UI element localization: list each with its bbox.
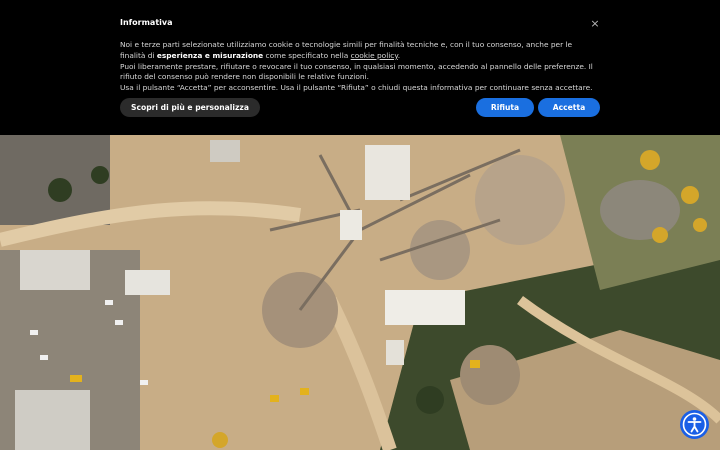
banner-description: Noi e terze parti selezionate utilizziam… (120, 40, 595, 94)
consent-paragraph-1: Noi e terze parti selezionate utilizziam… (120, 40, 595, 62)
cookie-policy-link[interactable]: cookie policy (351, 51, 398, 60)
consent-paragraph-3: Usa il pulsante “Accetta” per acconsenti… (120, 83, 593, 93)
consent-paragraph-2: Puoi liberamente prestare, rifiutare o r… (120, 61, 593, 82)
consent-text: . (397, 50, 401, 60)
consent-text: come specificato nella (263, 50, 351, 60)
banner-title: Informativa (120, 18, 173, 27)
reject-button[interactable]: Rifiuta (476, 98, 534, 117)
close-icon[interactable]: × (588, 17, 602, 31)
accessibility-icon (682, 412, 707, 437)
cookie-consent-banner: Informativa × Noi e terze parti selezion… (0, 0, 720, 135)
accessibility-button[interactable] (680, 410, 709, 439)
consent-bold-text: esperienza e misurazione (156, 50, 264, 60)
learn-more-customize-button[interactable]: Scopri di più e personalizza (120, 98, 260, 117)
accept-button[interactable]: Accetta (538, 98, 600, 117)
